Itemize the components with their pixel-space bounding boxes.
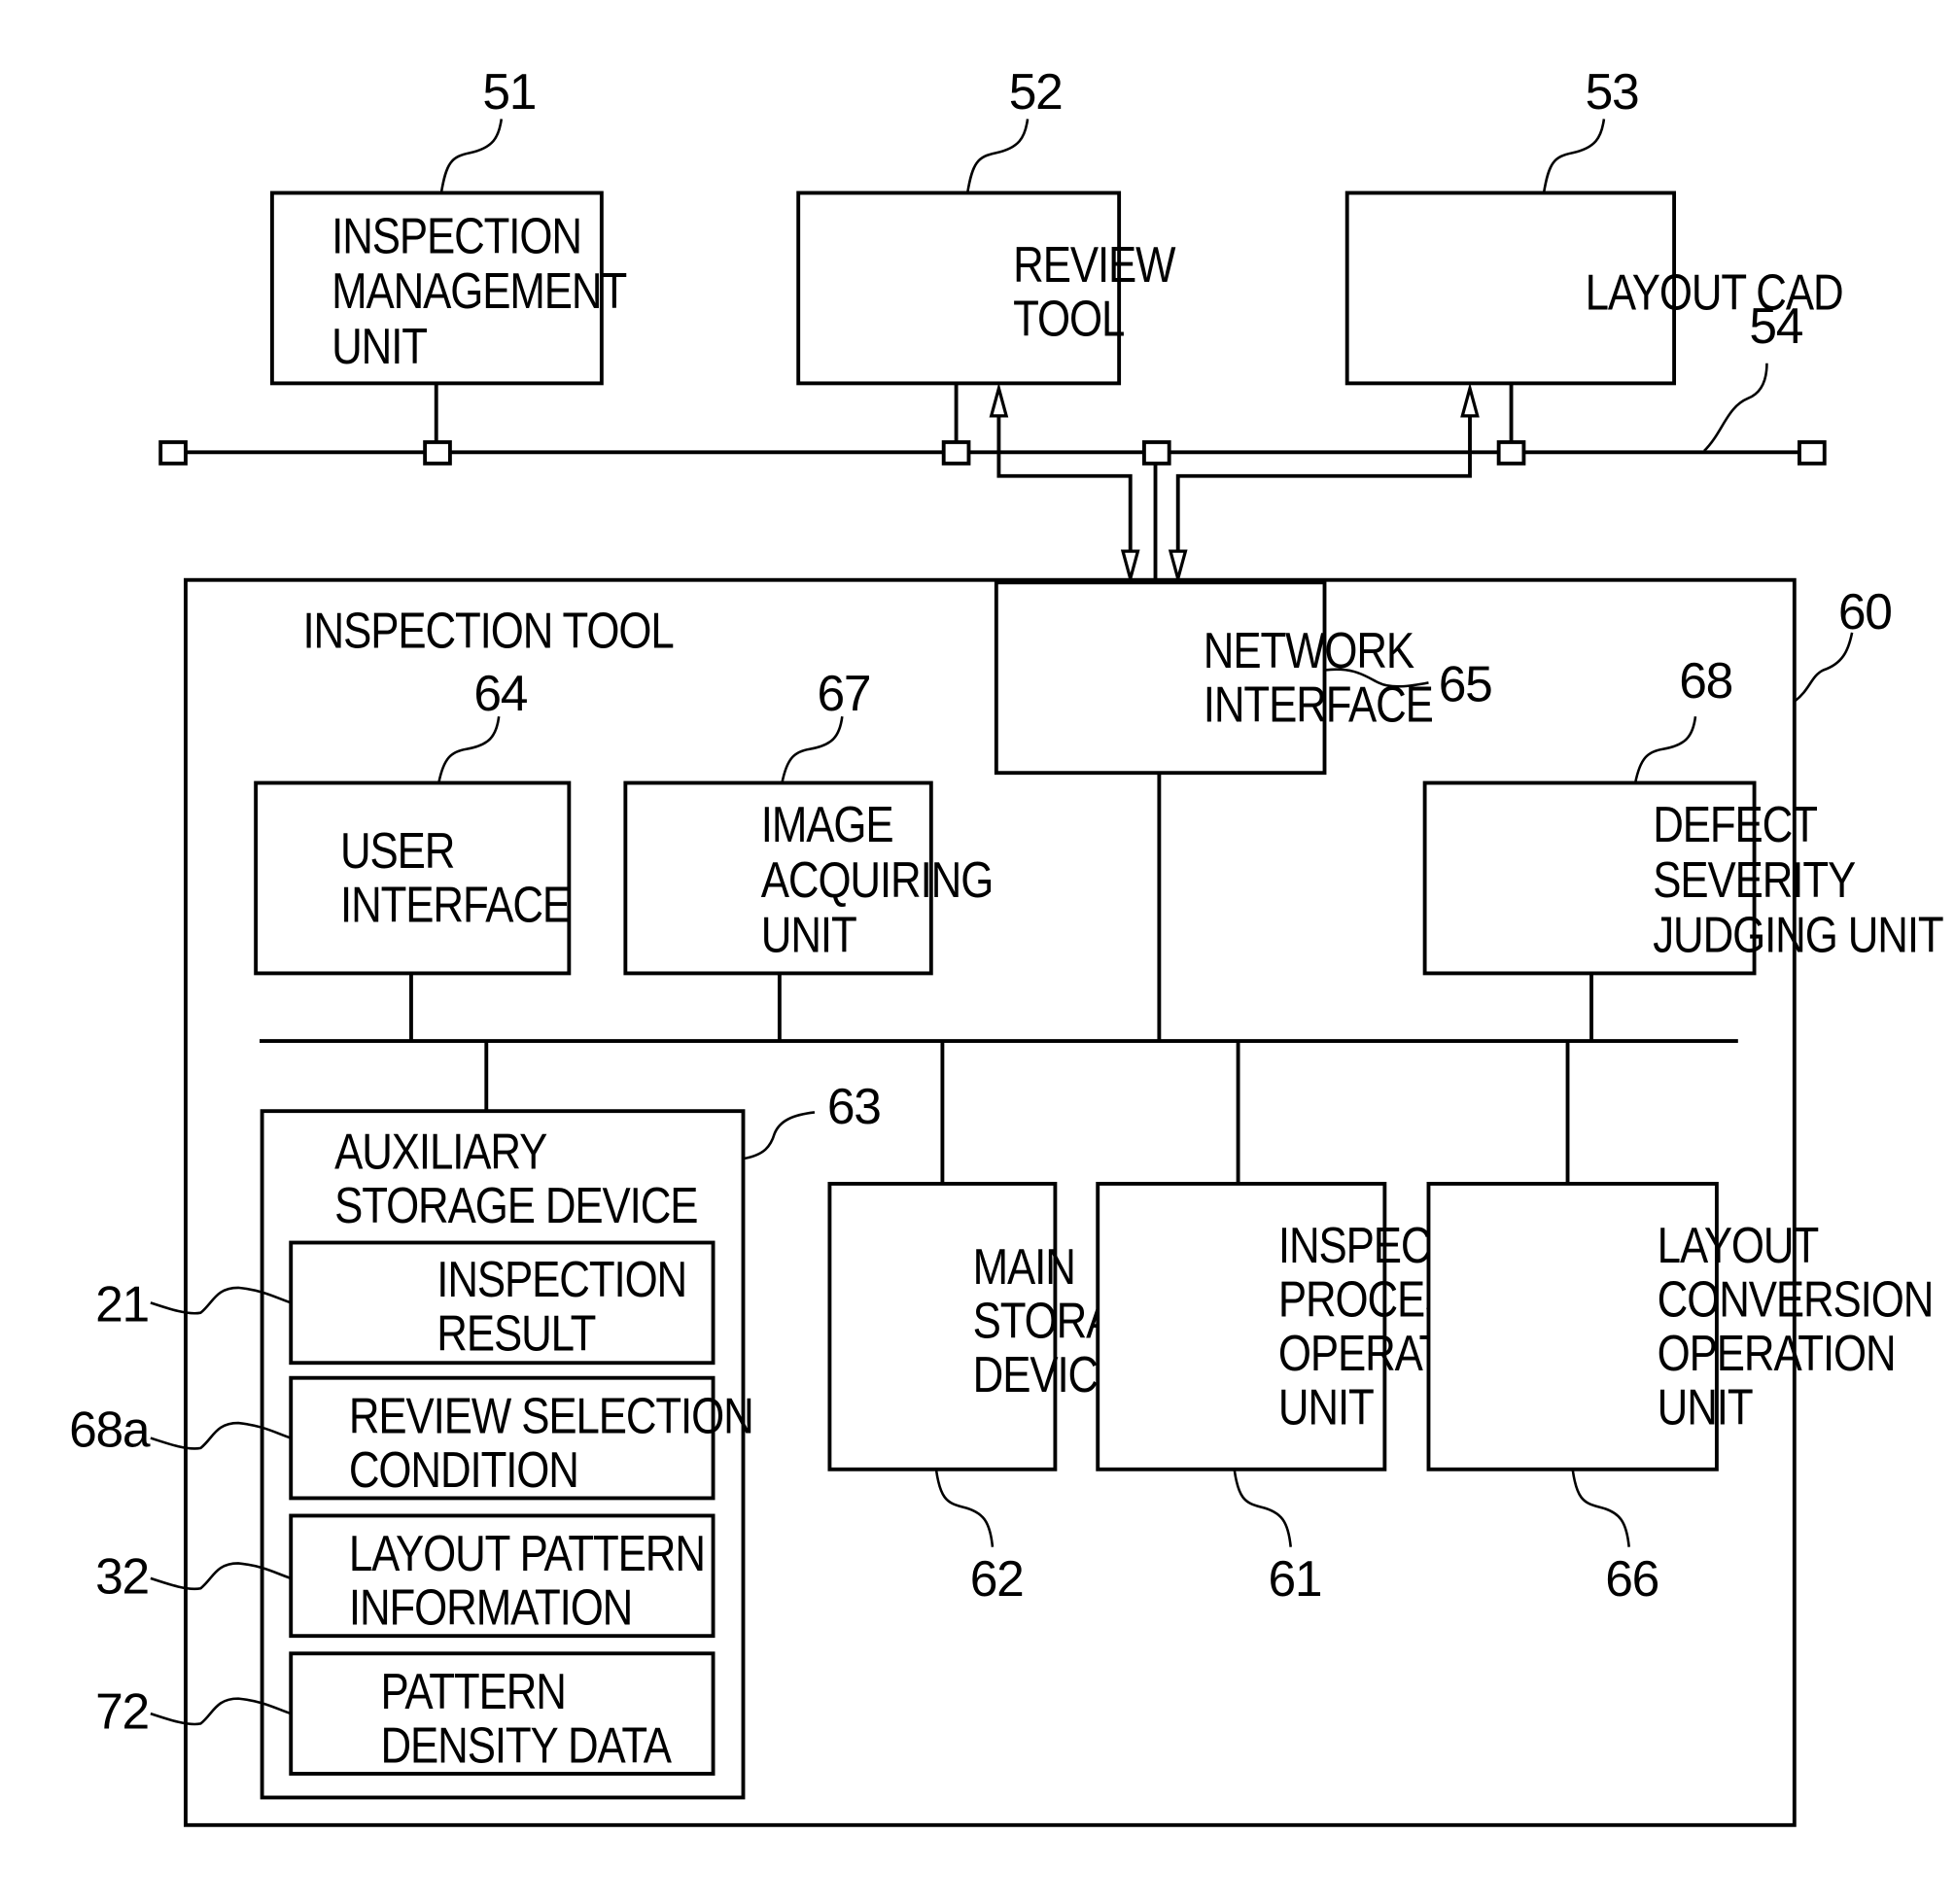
ref-66: 66 xyxy=(1605,1550,1658,1607)
flow-cad-to-ni xyxy=(1175,413,1472,552)
layout-cad-label: LAYOUT CAD xyxy=(1586,265,1843,321)
ref-61: 61 xyxy=(1269,1550,1322,1607)
bus-terminal-left xyxy=(158,440,188,466)
bus-node-52 xyxy=(941,440,971,466)
arrow-down-ni-left-icon xyxy=(1120,549,1140,585)
ref-68a: 68a xyxy=(69,1402,151,1458)
ref-72: 72 xyxy=(95,1683,149,1740)
diagram-canvas: 54 INSPECTION MANAGEMENT UNIT 51 REVIEW … xyxy=(0,0,1955,1904)
ref-65: 65 xyxy=(1439,656,1492,712)
ref-64: 64 xyxy=(473,665,527,721)
block-diagram: 54 INSPECTION MANAGEMENT UNIT 51 REVIEW … xyxy=(69,63,1945,1827)
ref-53: 53 xyxy=(1586,63,1639,120)
ref-67: 67 xyxy=(818,665,871,721)
layout-conversion-operation-unit-label: LAYOUT CONVERSION OPERATION UNIT xyxy=(1658,1219,1944,1436)
leader-52 xyxy=(965,119,1030,193)
bus-terminal-right xyxy=(1798,440,1827,466)
network-interface-label: NETWORK INTERFACE xyxy=(1204,624,1433,734)
leader-53 xyxy=(1542,119,1606,193)
ref-62: 62 xyxy=(970,1550,1024,1607)
leader-60 xyxy=(1794,632,1854,703)
leader-51 xyxy=(439,119,504,193)
arrow-down-ni-right-icon xyxy=(1168,549,1188,585)
ref-68: 68 xyxy=(1679,652,1732,709)
ref-51: 51 xyxy=(482,63,536,120)
bus-node-51 xyxy=(423,440,452,466)
review-tool-label: REVIEW TOOL xyxy=(1013,238,1185,348)
ref-60: 60 xyxy=(1838,583,1892,640)
inspection-tool-title: INSPECTION TOOL xyxy=(302,604,674,659)
arrow-up-review-icon xyxy=(989,382,1009,418)
leader-54 xyxy=(1703,363,1768,452)
ref-21: 21 xyxy=(95,1276,149,1333)
defect-severity-judging-unit-label: DEFECT SEVERITY JUDGING UNIT xyxy=(1653,798,1943,964)
bus-node-65 xyxy=(1141,440,1171,466)
ref-32: 32 xyxy=(95,1547,149,1604)
ref-63: 63 xyxy=(827,1078,881,1134)
ref-52: 52 xyxy=(1009,63,1063,120)
arrow-up-cad-icon xyxy=(1460,382,1480,418)
bus-node-53 xyxy=(1496,440,1526,466)
flow-review-to-ni xyxy=(996,413,1133,552)
